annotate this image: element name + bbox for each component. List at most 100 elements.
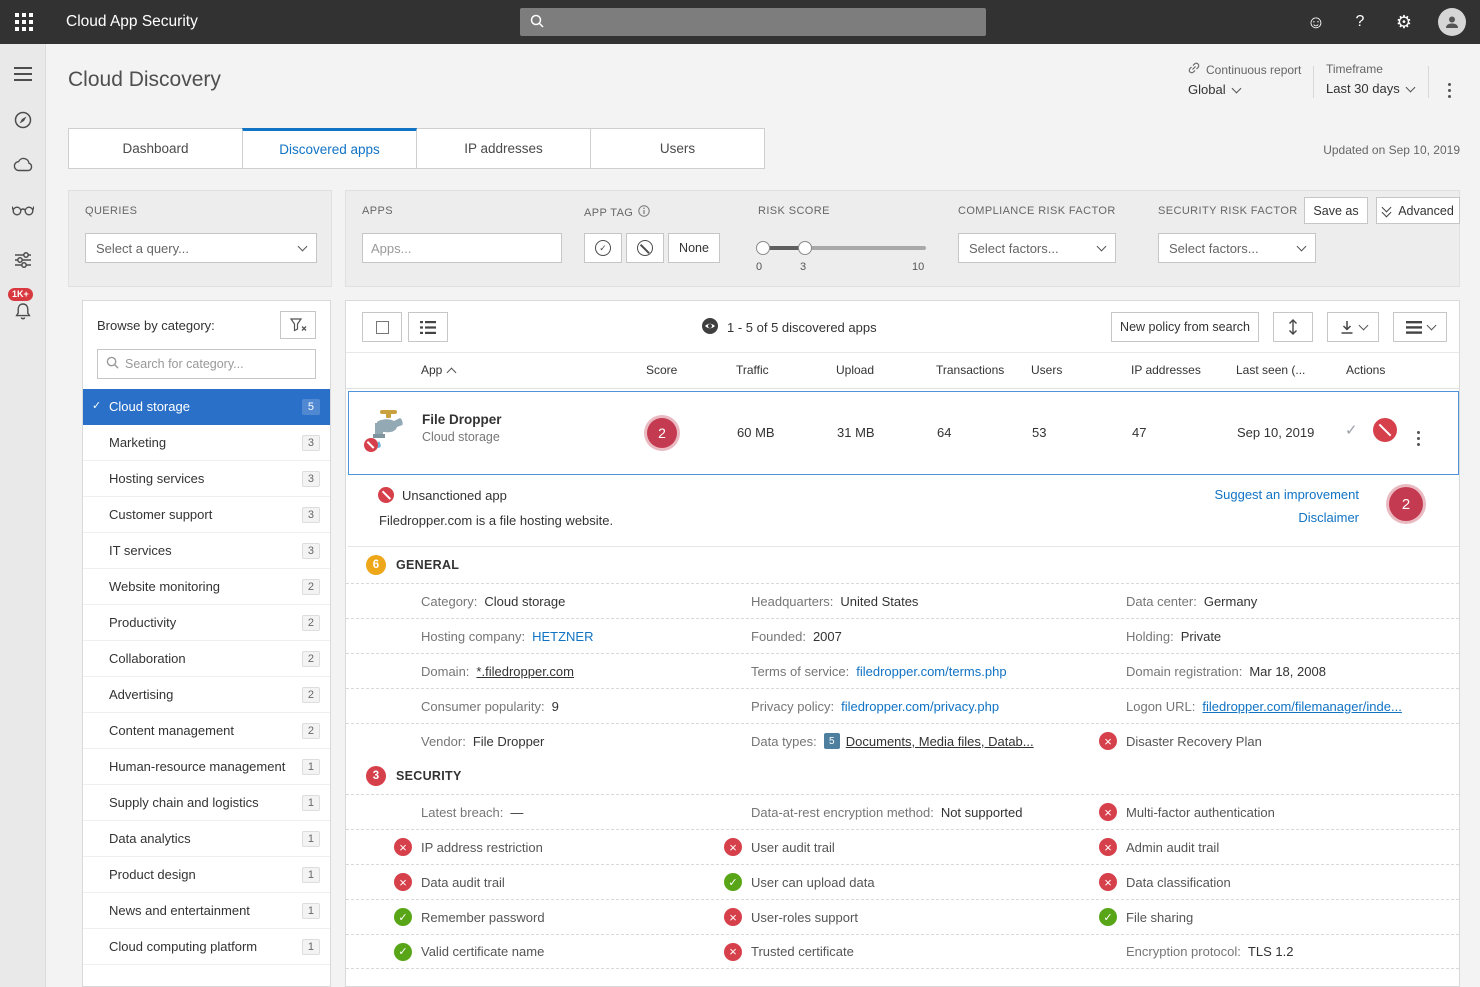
updated-timestamp: Updated on Sep 10, 2019 (1323, 143, 1460, 157)
category-item[interactable]: Hosting services3 (83, 461, 330, 497)
chevron-down-icon (1297, 242, 1307, 252)
risk-max-label: 10 (912, 261, 924, 273)
clear-filter-button[interactable] (280, 311, 316, 339)
column-transactions[interactable]: Transactions (936, 363, 1004, 377)
cloud-icon[interactable] (0, 148, 46, 180)
suggest-improvement-link[interactable]: Suggest an improvement (1214, 487, 1359, 502)
field-latest-breach: Latest breach:— (394, 805, 724, 820)
category-item[interactable]: Data analytics1 (83, 821, 330, 857)
sanction-check-icon[interactable] (1345, 421, 1358, 439)
category-search-input[interactable] (125, 357, 307, 371)
column-upload[interactable]: Upload (836, 363, 874, 377)
app-category: Cloud storage (422, 430, 502, 444)
select-all-button[interactable] (362, 312, 402, 342)
slider-handle-min[interactable] (756, 241, 770, 255)
app-row-file-dropper[interactable]: File Dropper Cloud storage 2 60 MB 31 MB… (348, 391, 1459, 475)
list-view-button[interactable] (408, 312, 448, 342)
flag-trusted-certificate: Trusted certificate (724, 943, 1099, 961)
dashboard-compass-icon[interactable] (0, 104, 46, 136)
alerts-bell-icon[interactable]: 1K+ (0, 296, 46, 328)
policies-sliders-icon[interactable] (0, 244, 46, 276)
row-menu-icon[interactable] (1417, 422, 1420, 437)
menu-icon[interactable] (0, 58, 46, 90)
field-vendor: Vendor:File Dropper (394, 734, 724, 749)
apps-filter-input[interactable] (371, 241, 553, 256)
column-score[interactable]: Score (646, 363, 677, 377)
app-tag-filter: None (584, 233, 720, 263)
column-last-seen[interactable]: Last seen (... (1236, 363, 1305, 377)
tab-ip-addresses[interactable]: IP addresses (416, 128, 591, 169)
global-search-input[interactable] (552, 15, 976, 30)
column-traffic[interactable]: Traffic (736, 363, 769, 377)
unsanction-action-icon[interactable] (1373, 418, 1397, 442)
continuous-report-value: Global (1188, 82, 1226, 97)
risk-score-badge: 2 (647, 418, 677, 448)
column-app[interactable]: App (421, 363, 455, 377)
query-select[interactable]: Select a query... (85, 233, 317, 263)
detail-row: IP address restriction User audit trail … (346, 829, 1459, 864)
columns-button[interactable] (1393, 312, 1447, 342)
logon-url-link[interactable]: filedropper.com/filemanager/inde... (1202, 699, 1401, 714)
slider-handle-max[interactable] (798, 241, 812, 255)
traffic-value: 60 MB (737, 425, 775, 440)
privacy-link[interactable]: filedropper.com/privacy.php (841, 699, 999, 714)
category-item-selected[interactable]: Cloud storage 5 (83, 389, 330, 425)
domain-link[interactable]: *.filedropper.com (476, 664, 574, 679)
account-avatar[interactable] (1438, 8, 1466, 36)
category-search[interactable] (97, 349, 316, 379)
category-item[interactable]: IT services3 (83, 533, 330, 569)
category-item[interactable]: Collaboration2 (83, 641, 330, 677)
terms-link[interactable]: filedropper.com/terms.php (856, 664, 1006, 679)
global-search[interactable] (520, 8, 986, 36)
unsanctioned-badge-icon (364, 438, 378, 452)
continuous-report-control[interactable]: Continuous report Global (1188, 62, 1301, 97)
app-name[interactable]: File Dropper (422, 412, 502, 427)
header-more-menu-icon[interactable] (1440, 74, 1460, 98)
download-icon (1340, 320, 1354, 335)
advanced-button[interactable]: Advanced (1376, 197, 1460, 224)
app-launcher-icon[interactable] (14, 12, 34, 32)
column-ip-addresses[interactable]: IP addresses (1131, 363, 1201, 377)
export-button[interactable] (1327, 312, 1379, 342)
annotation-callout: 2 (1389, 487, 1423, 521)
detail-row: Valid certificate name Trusted certifica… (346, 934, 1459, 969)
discover-glasses-icon[interactable] (0, 194, 46, 226)
data-types-link[interactable]: Documents, Media files, Datab... (846, 734, 1034, 749)
tab-dashboard[interactable]: Dashboard (68, 128, 243, 169)
timeframe-control[interactable]: Timeframe Last 30 days (1326, 62, 1414, 96)
category-item[interactable]: Product design1 (83, 857, 330, 893)
general-section-title: GENERAL (396, 558, 459, 572)
category-item[interactable]: Content management2 (83, 713, 330, 749)
security-factor-select[interactable]: Select factors... (1158, 233, 1316, 263)
unsanctioned-filter-button[interactable] (626, 233, 664, 263)
feedback-smiley-icon[interactable] (1306, 12, 1326, 32)
category-item[interactable]: Website monitoring2 (83, 569, 330, 605)
settings-gear-icon[interactable] (1394, 12, 1414, 32)
category-item[interactable]: Advertising2 (83, 677, 330, 713)
category-item[interactable]: Supply chain and logistics1 (83, 785, 330, 821)
category-item[interactable]: Productivity2 (83, 605, 330, 641)
hetzner-link[interactable]: HETZNER (532, 629, 593, 644)
apps-filter-input-wrap[interactable] (362, 233, 562, 263)
column-users[interactable]: Users (1031, 363, 1062, 377)
tab-users[interactable]: Users (590, 128, 765, 169)
field-privacy-policy: Privacy policy:filedropper.com/privacy.p… (724, 699, 1099, 714)
category-item[interactable]: Marketing3 (83, 425, 330, 461)
check-circle-icon (394, 908, 412, 926)
tab-discovered-apps[interactable]: Discovered apps (242, 128, 417, 169)
category-item[interactable]: Cloud computing platform1 (83, 929, 330, 965)
none-filter-button[interactable]: None (668, 233, 720, 263)
save-as-button[interactable]: Save as (1304, 197, 1368, 224)
category-item[interactable]: Customer support3 (83, 497, 330, 533)
help-icon[interactable]: ? (1350, 12, 1370, 32)
flag-data-audit: Data audit trail (394, 873, 724, 891)
category-item[interactable]: Human-resource management1 (83, 749, 330, 785)
row-height-button[interactable] (1273, 312, 1313, 342)
new-policy-button[interactable]: New policy from search (1111, 312, 1259, 342)
category-item[interactable]: News and entertainment1 (83, 893, 330, 929)
sanctioned-filter-button[interactable] (584, 233, 622, 263)
top-app-bar: Cloud App Security ? (0, 0, 1480, 44)
disclaimer-link[interactable]: Disclaimer (1298, 510, 1359, 525)
compliance-select[interactable]: Select factors... (958, 233, 1116, 263)
risk-score-slider[interactable] (758, 241, 926, 255)
